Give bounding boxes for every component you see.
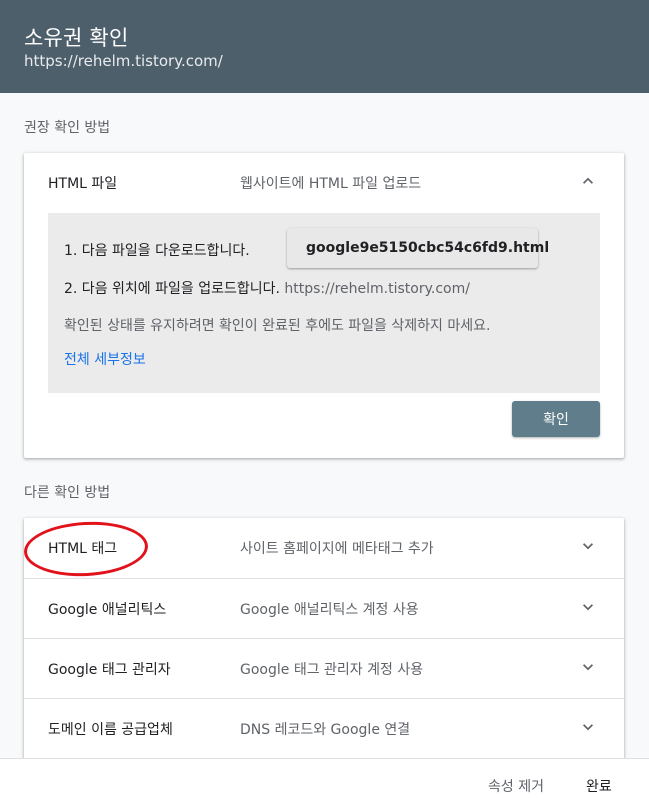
upload-location-url: https://rehelm.tistory.com/ xyxy=(284,281,470,297)
dialog-footer: 속성 제거 완료 xyxy=(0,758,649,811)
method-name: Google 태그 관리자 xyxy=(48,662,171,678)
dialog-title: 소유권 확인 xyxy=(24,26,129,50)
dialog-content[interactable]: 권장 확인 방법 HTML 파일 웹사이트에 HTML 파일 업로드 1. 다음… xyxy=(0,93,649,758)
method-description: 웹사이트에 HTML 파일 업로드 xyxy=(240,176,422,192)
download-filename: google9e5150cbc54c6fd9.html xyxy=(306,240,550,256)
method-name: 도메인 이름 공급업체 xyxy=(48,722,173,738)
chevron-down-icon[interactable] xyxy=(578,717,598,737)
method-row-google-tag-manager[interactable]: Google 태그 관리자 Google 태그 관리자 계정 사용 xyxy=(24,638,624,698)
method-name: HTML 파일 xyxy=(48,176,118,192)
chevron-down-icon[interactable] xyxy=(578,536,598,556)
method-description: DNS 레코드와 Google 연결 xyxy=(240,722,411,738)
method-row-google-analytics[interactable]: Google 애널리틱스 Google 애널리틱스 계정 사용 xyxy=(24,578,624,638)
chevron-down-icon[interactable] xyxy=(578,657,598,677)
property-url: https://rehelm.tistory.com/ xyxy=(24,52,223,70)
recommended-section-label: 권장 확인 방법 xyxy=(24,120,111,136)
dialog-header: 소유권 확인 https://rehelm.tistory.com/ xyxy=(0,0,649,93)
recommended-method-card: HTML 파일 웹사이트에 HTML 파일 업로드 1. 다음 파일을 다운로드… xyxy=(24,153,624,458)
chevron-down-icon[interactable] xyxy=(578,597,598,617)
download-file-button[interactable]: google9e5150cbc54c6fd9.html xyxy=(287,228,549,268)
other-section-label: 다른 확인 방법 xyxy=(24,485,111,501)
method-description: 사이트 홈페이지에 메타태그 추가 xyxy=(240,541,434,557)
keep-file-note: 확인된 상태를 유지하려면 확인이 완료된 후에도 파일을 삭제하지 마세요. xyxy=(64,318,491,334)
method-description: Google 태그 관리자 계정 사용 xyxy=(240,662,424,678)
verify-button[interactable]: 확인 xyxy=(512,401,600,437)
chevron-up-icon[interactable] xyxy=(578,171,598,191)
done-button[interactable]: 완료 xyxy=(586,776,612,796)
method-row-html-file[interactable]: HTML 파일 웹사이트에 HTML 파일 업로드 xyxy=(24,153,624,213)
full-details-link[interactable]: 전체 세부정보 xyxy=(64,349,146,369)
method-row-domain-provider[interactable]: 도메인 이름 공급업체 DNS 레코드와 Google 연결 xyxy=(24,698,624,758)
html-file-instructions: 1. 다음 파일을 다운로드합니다. google9e5150cbc54c6fd… xyxy=(48,213,600,393)
step-1-text: 1. 다음 파일을 다운로드합니다. xyxy=(64,243,250,259)
remove-property-button[interactable]: 속성 제거 xyxy=(488,776,544,796)
method-description: Google 애널리틱스 계정 사용 xyxy=(240,602,419,618)
step-2-text: 2. 다음 위치에 파일을 업로드합니다. https://rehelm.tis… xyxy=(64,278,470,298)
method-name: Google 애널리틱스 xyxy=(48,602,167,618)
step-2-label: 2. 다음 위치에 파일을 업로드합니다. xyxy=(64,281,280,297)
